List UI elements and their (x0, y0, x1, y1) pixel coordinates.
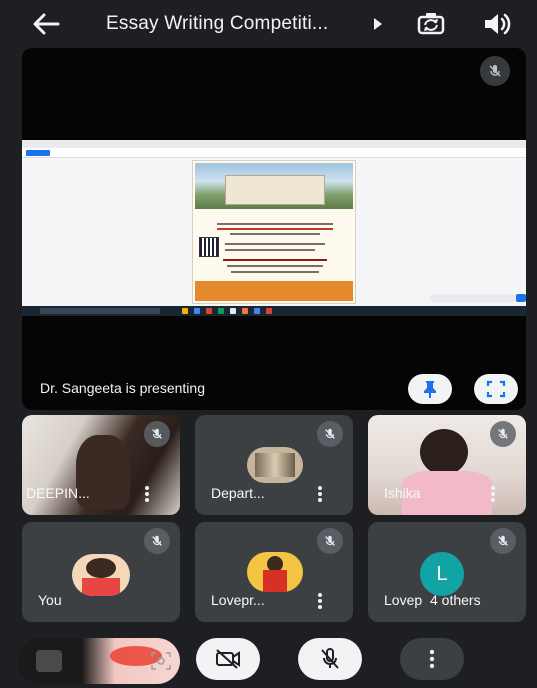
more-vertical-icon (429, 649, 435, 669)
top-bar: Essay Writing Competiti... (0, 0, 537, 48)
college-building (225, 175, 325, 205)
fullscreen-icon (486, 380, 506, 398)
poster-text-line (225, 249, 315, 251)
participant-name: Lovep (384, 592, 423, 608)
shared-chat-send (516, 294, 526, 302)
mic-off-icon (498, 428, 508, 439)
shared-screen (22, 140, 526, 316)
shared-task-icon (218, 308, 224, 314)
shared-task-icon (266, 308, 272, 314)
self-preview-figure (36, 650, 62, 672)
shared-taskbar-search (40, 308, 160, 314)
bottom-control-bar (0, 622, 537, 688)
avatar: L (420, 552, 464, 596)
mic-off-icon (325, 535, 335, 546)
mute-indicator (144, 528, 170, 554)
back-arrow-icon[interactable] (30, 10, 62, 38)
shared-task-icon (242, 308, 248, 314)
poster-text-line (227, 265, 323, 267)
camera-toggle-button[interactable] (196, 638, 260, 680)
more-vertical-icon[interactable] (317, 485, 323, 503)
play-arrow-icon[interactable] (372, 16, 384, 32)
shared-task-icon (194, 308, 200, 314)
shared-toolbar-button (26, 150, 50, 156)
mic-off-icon (498, 535, 508, 546)
avatar-hair (86, 558, 116, 578)
participant-name: Lovepr... (211, 592, 265, 608)
fullscreen-button[interactable] (474, 374, 518, 404)
shared-task-icon (182, 308, 188, 314)
mute-indicator (144, 421, 170, 447)
participant-name: DEEPIN... (26, 485, 90, 501)
presentation-mute-indicator (480, 56, 510, 86)
participant-tile-others[interactable]: L Lovep 4 others (368, 522, 526, 622)
avatar (247, 552, 303, 592)
more-vertical-icon[interactable] (490, 485, 496, 503)
poster-text-line (230, 233, 320, 235)
avatar-letter: L (436, 562, 448, 585)
mic-off-icon (321, 648, 339, 669)
camera-off-icon (216, 649, 240, 669)
more-vertical-icon[interactable] (317, 592, 323, 610)
college-photo (195, 163, 353, 209)
participant-name: Ishika (384, 485, 421, 501)
participant-tile[interactable]: You (22, 522, 180, 622)
self-preview[interactable] (18, 638, 180, 684)
qr-code (199, 237, 219, 257)
mute-indicator (317, 421, 343, 447)
participant-tile[interactable]: Ishika (368, 415, 526, 515)
participant-tile[interactable]: Lovepr... (195, 522, 353, 622)
self-preview-video (18, 638, 82, 684)
participant-tile[interactable]: Depart... (195, 415, 353, 515)
shared-taskbar (22, 306, 526, 316)
participant-name: Depart... (211, 485, 265, 501)
others-count: 4 others (430, 592, 481, 608)
avatar-body (263, 570, 287, 592)
shared-task-icon (206, 308, 212, 314)
poster-text-line (217, 228, 333, 230)
shared-task-icon (230, 308, 236, 314)
poster-text-line (217, 223, 333, 225)
avatar (72, 554, 130, 596)
avatar-shirt (82, 578, 120, 596)
participant-tile[interactable]: DEEPIN... (22, 415, 180, 515)
shared-task-icon (254, 308, 260, 314)
participant-head (420, 429, 468, 475)
pin-icon (424, 381, 436, 398)
mic-off-icon (152, 428, 162, 439)
more-options-button[interactable] (400, 638, 464, 680)
mute-indicator (317, 528, 343, 554)
mute-indicator (490, 421, 516, 447)
microphone-toggle-button[interactable] (298, 638, 362, 680)
mic-off-icon (325, 428, 335, 439)
presenter-label: Dr. Sangeeta is presenting (40, 380, 205, 396)
avatar-photo (255, 453, 295, 477)
speaker-icon[interactable] (482, 11, 512, 37)
shared-window-toolbar (22, 148, 526, 158)
meeting-title[interactable]: Essay Writing Competiti... (106, 13, 328, 35)
shared-chat-box (430, 294, 522, 302)
mic-off-icon (152, 535, 162, 546)
participant-name: You (38, 592, 62, 608)
poster-text-line (223, 259, 327, 261)
shared-window-titlebar (22, 140, 526, 148)
poster-text-line (231, 271, 319, 273)
poster-footer (195, 281, 353, 301)
pin-button[interactable] (408, 374, 452, 404)
poster-text-line (225, 243, 325, 245)
presentation-view[interactable]: Dr. Sangeeta is presenting (22, 48, 526, 410)
effects-icon[interactable] (150, 651, 172, 671)
switch-camera-icon[interactable] (414, 10, 448, 38)
poster-image (192, 160, 356, 304)
avatar (247, 447, 303, 483)
mute-indicator (490, 528, 516, 554)
more-vertical-icon[interactable] (144, 485, 150, 503)
mic-off-icon (489, 65, 501, 77)
